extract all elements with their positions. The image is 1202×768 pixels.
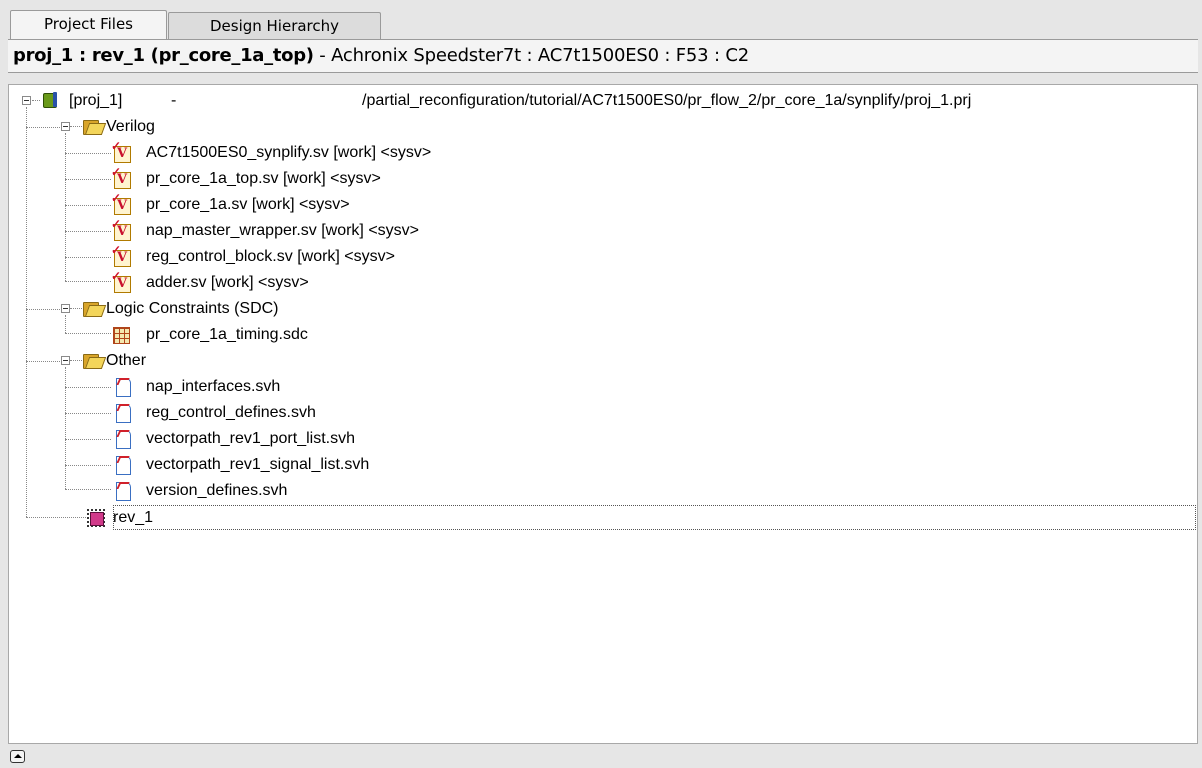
- tree-line: [65, 439, 111, 440]
- project-dash: -: [171, 92, 177, 109]
- folder-label: Logic Constraints (SDC): [106, 300, 279, 317]
- file-label: AC7t1500ES0_synplify.sv [work] <sysv>: [146, 144, 432, 161]
- file-label: pr_core_1a_top.sv [work] <sysv>: [146, 170, 381, 187]
- folder-label: Verilog: [106, 118, 155, 135]
- file-label: reg_control_block.sv [work] <sysv>: [146, 248, 395, 265]
- svh-file-icon: [115, 403, 131, 423]
- file-label: nap_master_wrapper.sv [work] <sysv>: [146, 222, 420, 239]
- folder-label: Other: [106, 352, 147, 369]
- svh-file-icon: [115, 429, 131, 449]
- tree-row-file[interactable]: vectorpath_rev1_signal_list.svh: [9, 452, 609, 478]
- project-revision-title: proj_1 : rev_1 (pr_core_1a_top): [13, 45, 314, 66]
- tree-line: [70, 126, 82, 127]
- collapse-expander-icon[interactable]: [22, 96, 31, 105]
- verilog-file-icon: V ✓: [111, 140, 131, 163]
- implementation-label: rev_1: [113, 505, 1196, 530]
- tree-line: [26, 309, 66, 310]
- file-label: vectorpath_rev1_port_list.svh: [146, 430, 355, 447]
- sdc-file-icon: [112, 326, 130, 344]
- file-label: version_defines.svh: [146, 482, 288, 499]
- tree-line: [65, 489, 111, 490]
- verilog-file-icon: V ✓: [111, 192, 131, 215]
- project-path: /partial_reconfiguration/tutorial/AC7t15…: [362, 92, 972, 109]
- collapse-expander-icon[interactable]: [61, 304, 70, 313]
- folder-open-icon: [83, 300, 107, 317]
- chip-icon: [87, 509, 105, 527]
- tree-row-file[interactable]: V ✓ reg_control_block.sv [work] <sysv>: [9, 244, 709, 270]
- tree-line: [65, 257, 111, 258]
- tree-line: [26, 127, 66, 128]
- tree-line: [70, 360, 82, 361]
- tree-line: [32, 100, 40, 101]
- svh-file-icon: [115, 481, 131, 501]
- project-tree-panel: [proj_1] - /partial_reconfiguration/tuto…: [8, 84, 1198, 744]
- collapse-expander-icon[interactable]: [61, 356, 70, 365]
- verilog-file-icon: V ✓: [111, 244, 131, 267]
- tree-line: [65, 387, 111, 388]
- svh-file-icon: [115, 455, 131, 475]
- verilog-file-icon: V ✓: [111, 166, 131, 189]
- project-summary-bar: proj_1 : rev_1 (pr_core_1a_top) - Achron…: [8, 39, 1198, 73]
- project-icon: [41, 91, 59, 109]
- tree-row-project[interactable]: [proj_1] - /partial_reconfiguration/tuto…: [9, 88, 1189, 114]
- folder-open-icon: [83, 352, 107, 369]
- tree-row-verilog-folder[interactable]: Verilog: [9, 114, 609, 140]
- folder-open-icon: [83, 118, 107, 135]
- tree-line: [65, 205, 111, 206]
- tree-row-constraints-folder[interactable]: Logic Constraints (SDC): [9, 296, 609, 322]
- tree-row-file[interactable]: pr_core_1a_timing.sdc: [9, 322, 609, 348]
- tree-line: [65, 179, 111, 180]
- tree-line: [65, 153, 111, 154]
- tree-row-file[interactable]: V ✓ pr_core_1a.sv [work] <sysv>: [9, 192, 709, 218]
- project-tree: [proj_1] - /partial_reconfiguration/tuto…: [9, 85, 1197, 743]
- tab-design-hierarchy[interactable]: Design Hierarchy: [168, 12, 381, 39]
- file-label: adder.sv [work] <sysv>: [146, 274, 309, 291]
- tab-project-files[interactable]: Project Files: [10, 10, 167, 39]
- tree-row-file[interactable]: nap_interfaces.svh: [9, 374, 609, 400]
- tree-row-implementation[interactable]: rev_1: [9, 505, 1197, 531]
- collapse-expander-icon[interactable]: [61, 122, 70, 131]
- tree-line: [65, 465, 111, 466]
- tree-row-file[interactable]: V ✓ adder.sv [work] <sysv>: [9, 270, 709, 296]
- tree-line: [65, 413, 111, 414]
- file-label: reg_control_defines.svh: [146, 404, 316, 421]
- tree-row-file[interactable]: V ✓ AC7t1500ES0_synplify.sv [work] <sysv>: [9, 140, 709, 166]
- tree-row-file[interactable]: reg_control_defines.svh: [9, 400, 609, 426]
- tree-line: [65, 281, 111, 282]
- tree-line: [70, 308, 82, 309]
- device-info: - Achronix Speedster7t : AC7t1500ES0 : F…: [313, 45, 749, 66]
- file-label: nap_interfaces.svh: [146, 378, 281, 395]
- file-label: pr_core_1a_timing.sdc: [146, 326, 308, 343]
- file-label: pr_core_1a.sv [work] <sysv>: [146, 196, 350, 213]
- tree-row-file[interactable]: V ✓ nap_master_wrapper.sv [work] <sysv>: [9, 218, 709, 244]
- file-label: vectorpath_rev1_signal_list.svh: [146, 456, 370, 473]
- tree-row-file[interactable]: V ✓ pr_core_1a_top.sv [work] <sysv>: [9, 166, 709, 192]
- tree-line: [65, 333, 111, 334]
- tree-line: [26, 361, 66, 362]
- verilog-file-icon: V ✓: [111, 218, 131, 241]
- project-name: [proj_1]: [69, 92, 123, 109]
- tree-row-other-folder[interactable]: Other: [9, 348, 609, 374]
- verilog-file-icon: V ✓: [111, 270, 131, 293]
- tree-line: [65, 231, 111, 232]
- tree-row-file[interactable]: version_defines.svh: [9, 478, 609, 504]
- tree-row-file[interactable]: vectorpath_rev1_port_list.svh: [9, 426, 609, 452]
- svh-file-icon: [115, 377, 131, 397]
- expand-panel-button[interactable]: [10, 750, 25, 763]
